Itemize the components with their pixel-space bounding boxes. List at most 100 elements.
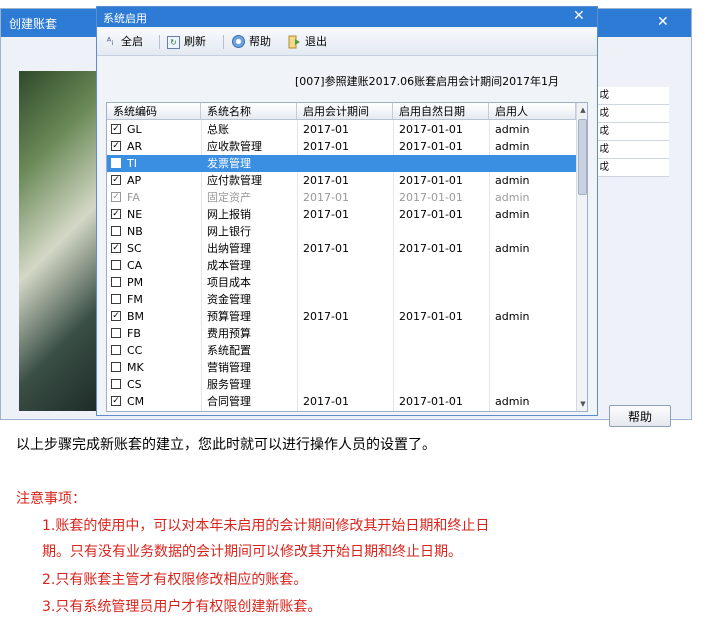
scroll-thumb[interactable] (578, 119, 587, 195)
cell-start-period (303, 257, 391, 274)
table-row[interactable]: CA 成本管理 (107, 257, 577, 274)
table-row[interactable]: FB 费用预算 (107, 325, 577, 342)
help-toolbar-button[interactable]: 帮助 (231, 33, 271, 51)
note-line: 3.只有系统管理员用户才有权限创建新账套。 (42, 599, 322, 615)
cell-start-period (303, 325, 391, 342)
cell-enabled-by (495, 223, 573, 240)
cell-enabled-by: admin (495, 310, 530, 323)
refresh-button[interactable]: ↻ 刷新 (167, 33, 206, 51)
table-row[interactable]: ✓ GL 总账 2017-01 2017-01-01 admin (107, 121, 577, 138)
exit-button[interactable]: 退出 (287, 33, 327, 51)
cell-start-period: 2017-01 (303, 395, 349, 408)
wizard-photo (19, 71, 101, 411)
table-row[interactable]: ✓ BM 预算管理 2017-01 2017-01-01 admin (107, 308, 577, 325)
notes-heading: 注意事项： (16, 491, 86, 507)
cell-start-period (303, 359, 391, 376)
cell-enabled-by (495, 325, 573, 342)
table-row[interactable]: PM 项目成本 (107, 274, 577, 291)
cell-start-date (399, 155, 487, 172)
column-header[interactable]: 启用会计期间 (297, 103, 393, 120)
column-header[interactable]: 启用人 (489, 103, 576, 120)
checked-checkbox[interactable]: ✓ (111, 243, 121, 253)
checked-checkbox[interactable]: ✓ (111, 141, 121, 151)
cell-start-period (303, 155, 391, 172)
unchecked-checkbox[interactable] (111, 379, 121, 389)
cell-start-period (303, 223, 391, 240)
column-header[interactable]: 启用自然日期 (393, 103, 489, 120)
table-row[interactable]: ✓ AR 应收款管理 2017-01 2017-01-01 admin (107, 138, 577, 155)
cell-enabled-by (495, 342, 573, 359)
close-icon[interactable]: ✕ (573, 8, 585, 24)
cell-system-code: CM (127, 395, 145, 408)
checked-checkbox[interactable]: ✓ (111, 396, 121, 406)
table-row[interactable]: ✓ FA 固定资产 2017-01 2017-01-01 admin (107, 189, 577, 206)
table-row[interactable]: ✓ SC 出纳管理 2017-01 2017-01-01 admin (107, 240, 577, 257)
cell-system-name: 服务管理 (207, 378, 251, 391)
checked-checkbox[interactable]: ✓ (111, 209, 121, 219)
cell-system-code: FA (127, 191, 140, 204)
cell-start-date (399, 223, 487, 240)
exit-icon (287, 35, 301, 49)
column-header[interactable]: 系统编码 (107, 103, 201, 120)
cell-system-name: 发票管理 (207, 157, 251, 170)
cell-system-code: CS (127, 378, 142, 391)
refresh-icon: ↻ (167, 35, 180, 49)
back-list: 戉 戉 戉 戉 戉 (597, 87, 669, 177)
cell-enabled-by: admin (495, 174, 530, 187)
cell-start-period (303, 274, 391, 291)
cell-system-name: 营销管理 (207, 361, 251, 374)
checked-checkbox[interactable]: ✓ (111, 311, 121, 321)
cell-system-name: 系统配置 (207, 344, 251, 357)
dialog-title: 系统启用 (103, 12, 147, 25)
cell-system-code: AR (127, 140, 143, 153)
help-button[interactable]: 帮助 (609, 405, 671, 427)
cell-system-code: GL (127, 123, 142, 136)
cell-start-date: 2017-01-01 (399, 174, 463, 187)
cell-system-name: 网上报销 (207, 208, 251, 221)
cell-start-date: 2017-01-01 (399, 123, 463, 136)
unchecked-checkbox[interactable] (111, 345, 121, 355)
cell-system-name: 固定资产 (207, 191, 251, 204)
cell-system-code: FM (127, 293, 143, 306)
table-row[interactable]: CC 系统配置 (107, 342, 577, 359)
unchecked-checkbox[interactable] (111, 294, 121, 304)
cell-system-code: CA (127, 259, 143, 272)
scroll-down-arrow-icon[interactable]: ▼ (577, 397, 587, 411)
vertical-scrollbar[interactable]: ▲ ▼ (576, 103, 587, 411)
cell-enabled-by: admin (495, 140, 530, 153)
cell-start-date (399, 325, 487, 342)
unchecked-checkbox[interactable] (111, 226, 121, 236)
scroll-up-arrow-icon[interactable]: ▲ (577, 103, 587, 117)
table-row[interactable]: MK 营销管理 (107, 359, 577, 376)
cell-start-date (399, 342, 487, 359)
cell-system-code: SC (127, 242, 142, 255)
cell-start-period: 2017-01 (303, 140, 349, 153)
unchecked-checkbox[interactable] (111, 277, 121, 287)
cell-start-period: 2017-01 (303, 191, 349, 204)
unchecked-checkbox[interactable] (111, 158, 121, 168)
checked-checkbox[interactable]: ✓ (111, 192, 121, 202)
table-row[interactable]: NB 网上银行 (107, 223, 577, 240)
unchecked-checkbox[interactable] (111, 260, 121, 270)
refresh-label: 刷新 (184, 35, 206, 48)
table-row[interactable]: ✓ CM 合同管理 2017-01 2017-01-01 admin (107, 393, 577, 410)
enable-all-button[interactable]: ᴬᵢ 全启 (103, 33, 143, 51)
column-header[interactable]: 系统名称 (201, 103, 297, 120)
close-icon[interactable]: ✕ (657, 14, 669, 30)
cell-enabled-by (495, 274, 573, 291)
table-row[interactable]: ✓ AP 应付款管理 2017-01 2017-01-01 admin (107, 172, 577, 189)
cell-system-code: CC (127, 344, 143, 357)
table-row[interactable]: ✓ NE 网上报销 2017-01 2017-01-01 admin (107, 206, 577, 223)
table-row[interactable]: CS 服务管理 (107, 376, 577, 393)
checked-checkbox[interactable]: ✓ (111, 175, 121, 185)
unchecked-checkbox[interactable] (111, 362, 121, 372)
table-row[interactable]: TI 发票管理 (107, 155, 577, 172)
cell-start-date (399, 274, 487, 291)
unchecked-checkbox[interactable] (111, 328, 121, 338)
cell-system-code: NE (127, 208, 143, 221)
cell-start-period: 2017-01 (303, 123, 349, 136)
help-icon (231, 35, 245, 49)
checked-checkbox[interactable]: ✓ (111, 124, 121, 134)
table-row[interactable]: FM 资金管理 (107, 291, 577, 308)
cell-start-date: 2017-01-01 (399, 191, 463, 204)
